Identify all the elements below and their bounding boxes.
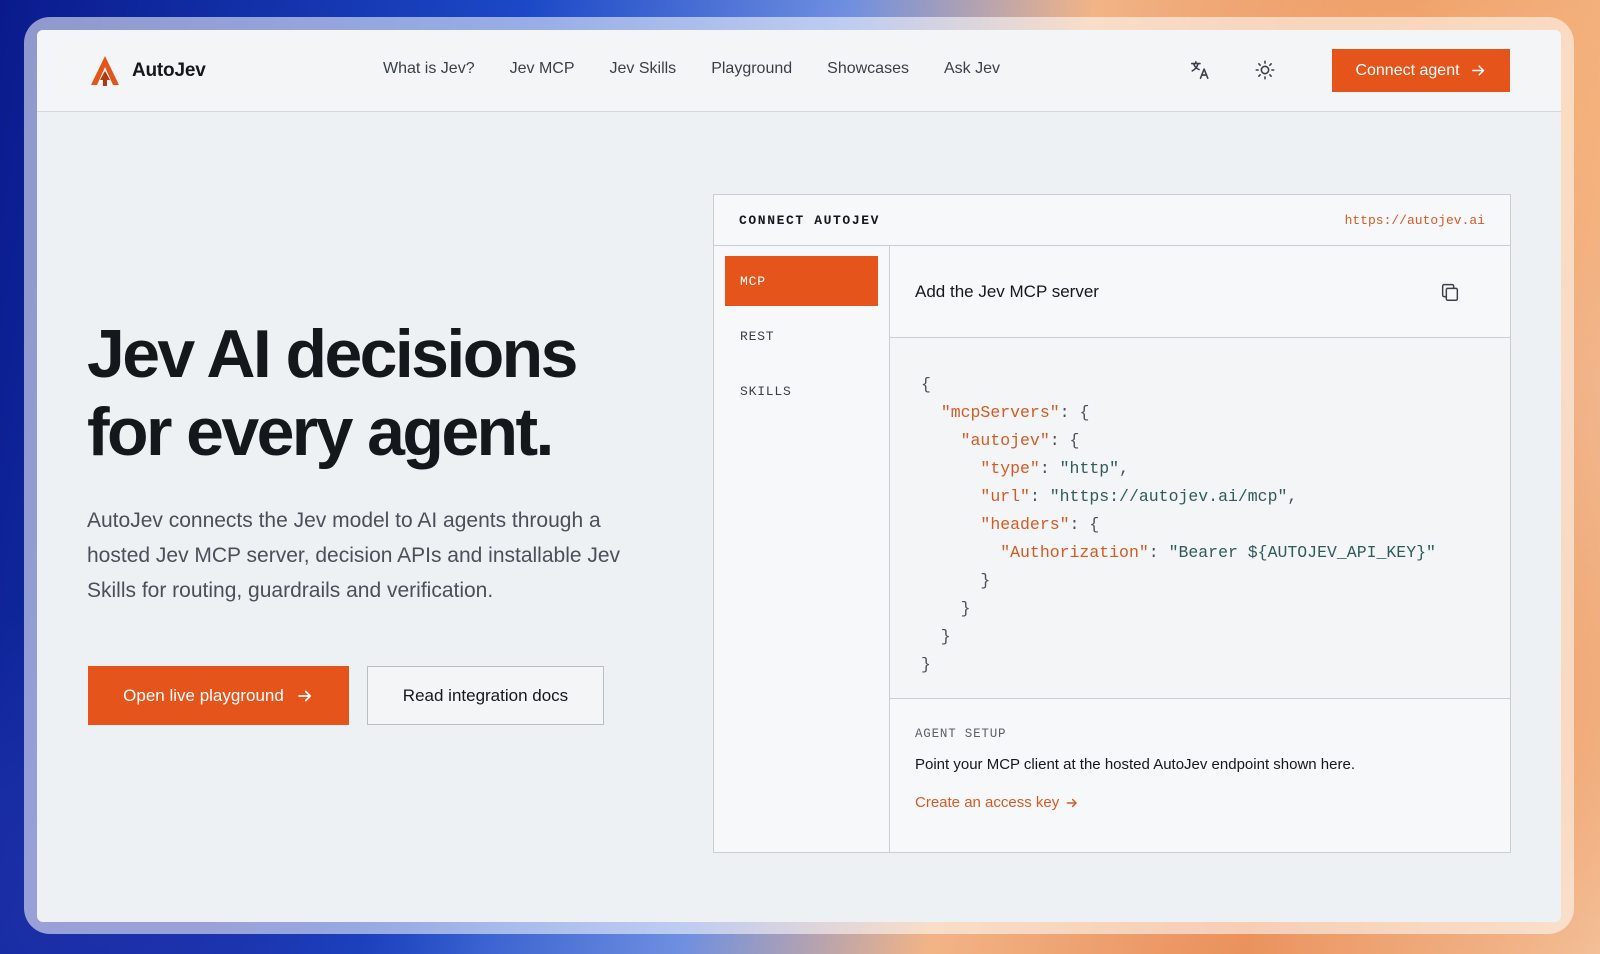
code-string: "https://autojev.ai/mcp"	[1049, 487, 1288, 506]
code-key: "mcpServers"	[940, 403, 1060, 422]
code-key: "autojev"	[960, 431, 1050, 450]
nav-jev-skills[interactable]: Jev Skills	[610, 60, 677, 78]
panel-title: CONNECT AUTOJEV	[739, 213, 881, 228]
code-brace: {	[921, 375, 931, 394]
connect-agent-button[interactable]: Connect agent	[1332, 49, 1510, 92]
tab-rest[interactable]: REST	[725, 311, 878, 361]
panel-content: Add the Jev MCP server { "mcpServers": {…	[890, 246, 1510, 852]
create-access-key-label: Create an access key	[915, 794, 1060, 811]
tab-mcp[interactable]: MCP	[725, 256, 878, 306]
arrow-right-icon	[1471, 65, 1484, 76]
logo[interactable]: AutoJev	[88, 54, 206, 88]
arrow-right-icon	[298, 690, 311, 701]
nav-playground[interactable]: Playground	[711, 60, 792, 78]
agent-setup: AGENT SETUP Point your MCP client at the…	[890, 699, 1510, 852]
nav-ask-jev[interactable]: Ask Jev	[944, 60, 1000, 78]
open-live-playground-label: Open live playground	[123, 685, 284, 705]
browser-page: AutoJev What is Jev? Jev MCP Jev Skills …	[37, 30, 1561, 922]
logo-text: AutoJev	[132, 60, 206, 81]
read-integration-docs-label: Read integration docs	[402, 685, 569, 705]
agent-setup-text: Point your MCP client at the hosted Auto…	[915, 756, 1355, 773]
code-key: "Authorization"	[1000, 543, 1149, 562]
code-key: "url"	[980, 487, 1030, 506]
code-string: "Bearer ${AUTOJEV_API_KEY}"	[1168, 543, 1436, 562]
nav-what-is-jev[interactable]: What is Jev?	[383, 60, 475, 78]
translate-icon[interactable]	[1188, 58, 1212, 82]
agent-setup-label: AGENT SETUP	[915, 727, 1007, 741]
code-block[interactable]: { "mcpServers": { "autojev": { "type": "…	[890, 338, 1510, 699]
nav-jev-mcp[interactable]: Jev MCP	[510, 60, 575, 78]
hero-description: AutoJev connects the Jev model to AI age…	[87, 509, 621, 602]
content-title: Add the Jev MCP server	[915, 282, 1099, 301]
panel-url-link[interactable]: https://autojev.ai	[1345, 213, 1485, 228]
main-nav: What is Jev? Jev MCP Jev Skills Playgrou…	[383, 60, 1000, 78]
panel-tabs: MCP REST SKILLS	[714, 246, 890, 852]
code-key: "type"	[980, 459, 1040, 478]
code-string: "http"	[1059, 459, 1120, 478]
read-integration-docs-button[interactable]: Read integration docs	[367, 666, 604, 725]
nav-showcases[interactable]: Showcases	[827, 60, 909, 78]
panel-header: CONNECT AUTOJEV https://autojev.ai	[714, 195, 1510, 246]
content-header: Add the Jev MCP server	[890, 246, 1510, 338]
hero-title: Jev AI decisions for every agent.	[87, 315, 687, 471]
open-live-playground-button[interactable]: Open live playground	[88, 666, 349, 725]
connect-panel: CONNECT AUTOJEV https://autojev.ai MCP R…	[713, 194, 1511, 853]
sun-icon[interactable]	[1253, 58, 1277, 82]
connect-agent-label: Connect agent	[1355, 61, 1460, 79]
tab-skills[interactable]: SKILLS	[725, 366, 878, 416]
create-access-key-link[interactable]: Create an access key	[915, 794, 1079, 811]
code-key: "headers"	[980, 515, 1070, 534]
copy-icon[interactable]	[1439, 281, 1461, 303]
arrow-right-icon	[1066, 798, 1078, 807]
hero-title-line-2: for every agent.	[87, 394, 554, 470]
autojev-logo-icon	[91, 56, 119, 86]
hero-title-line-1: Jev AI decisions	[87, 316, 578, 392]
site-header: AutoJev What is Jev? Jev MCP Jev Skills …	[37, 30, 1561, 112]
